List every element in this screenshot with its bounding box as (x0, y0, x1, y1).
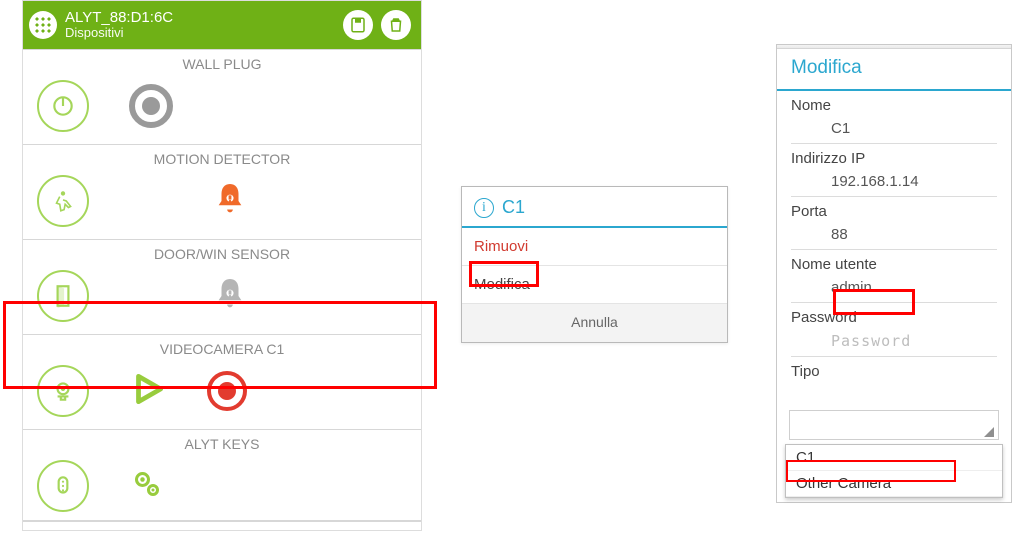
ip-label: Indirizzo IP (791, 150, 997, 167)
record-icon[interactable] (207, 371, 247, 411)
port-label: Porta (791, 203, 997, 220)
action-dialog: i C1 Rimuovi Modifica Annulla (461, 186, 728, 343)
header-device-name: ALYT_88:D1:6C (65, 9, 343, 26)
play-icon[interactable] (129, 370, 167, 413)
device-alyt-keys[interactable]: ALYT KEYS (23, 429, 421, 530)
door-icon[interactable] (37, 270, 89, 322)
type-dropdown-options: C1 Other Camera (785, 444, 1003, 498)
field-name: Nome C1 (777, 91, 1011, 144)
trash-icon[interactable] (381, 10, 411, 40)
camera-icon[interactable] (37, 365, 89, 417)
dialog-remove-option[interactable]: Rimuovi (462, 228, 727, 266)
type-option-other[interactable]: Other Camera (786, 471, 1002, 497)
username-input[interactable]: admin (791, 275, 997, 303)
save-icon[interactable] (343, 10, 373, 40)
port-input[interactable]: 88 (791, 222, 997, 250)
device-motion-detector[interactable]: MOTION DETECTOR (23, 144, 421, 239)
type-dropdown[interactable] (789, 410, 999, 440)
alert-bell-icon[interactable] (213, 181, 247, 221)
dialog-cancel-button[interactable]: Annulla (462, 304, 727, 342)
toggle-icon[interactable] (129, 84, 173, 128)
name-label: Nome (791, 97, 997, 114)
password-input[interactable]: Password (791, 328, 997, 357)
device-label: MOTION DETECTOR (23, 149, 421, 171)
device-label: WALL PLUG (23, 54, 421, 76)
keyfob-icon[interactable] (37, 460, 89, 512)
apps-grid-icon[interactable] (29, 11, 57, 39)
app-header: ALYT_88:D1:6C Dispositivi (23, 1, 421, 49)
field-username: Nome utente admin (777, 250, 1011, 303)
motion-icon[interactable] (37, 175, 89, 227)
ip-input[interactable]: 192.168.1.14 (791, 169, 997, 197)
device-wall-plug[interactable]: WALL PLUG (23, 49, 421, 144)
device-label: DOOR/WIN SENSOR (23, 244, 421, 266)
password-label: Password (791, 309, 997, 326)
device-camera[interactable]: VIDEOCAMERA C1 (23, 334, 421, 429)
dialog-title-row: i C1 (462, 187, 727, 228)
header-subtitle: Dispositivi (65, 26, 343, 41)
username-label: Nome utente (791, 256, 997, 273)
device-door-sensor[interactable]: DOOR/WIN SENSOR (23, 239, 421, 334)
dialog-title: C1 (502, 197, 525, 218)
settings-gears-icon[interactable] (129, 466, 165, 507)
field-ip: Indirizzo IP 192.168.1.14 (777, 144, 1011, 197)
device-label: VIDEOCAMERA C1 (23, 339, 421, 361)
power-icon[interactable] (37, 80, 89, 132)
devices-panel: ALYT_88:D1:6C Dispositivi WALL PLUG MOTI… (22, 0, 422, 531)
name-input[interactable]: C1 (791, 116, 997, 144)
type-label: Tipo (791, 363, 997, 380)
dialog-modify-option[interactable]: Modifica (462, 266, 727, 304)
field-port: Porta 88 (777, 197, 1011, 250)
edit-form-panel: Modifica Nome C1 Indirizzo IP 192.168.1.… (776, 44, 1012, 503)
device-label: ALYT KEYS (23, 434, 421, 456)
field-type: Tipo (777, 357, 1011, 380)
type-option-c1[interactable]: C1 (786, 445, 1002, 471)
info-icon: i (474, 198, 494, 218)
field-password: Password Password (777, 303, 1011, 357)
edit-title: Modifica (777, 49, 1011, 91)
alert-bell-icon[interactable] (213, 276, 247, 316)
header-titles: ALYT_88:D1:6C Dispositivi (65, 9, 343, 41)
